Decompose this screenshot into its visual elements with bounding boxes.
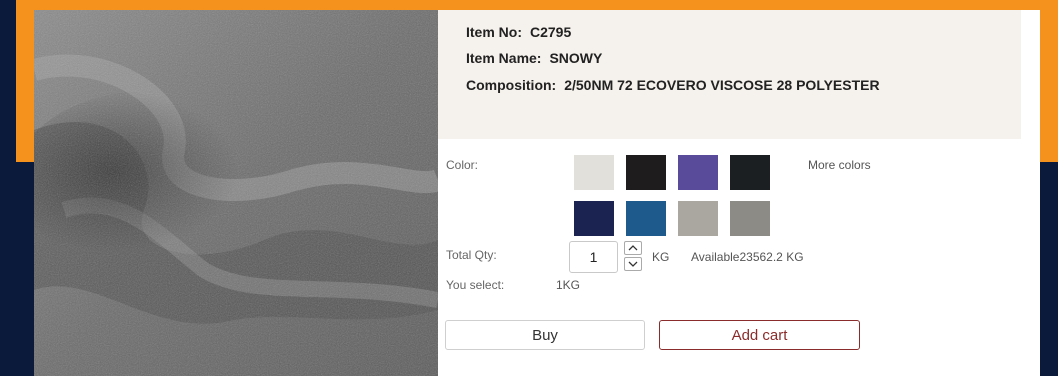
color-swatch-5[interactable] bbox=[574, 201, 614, 236]
available-unit: KG bbox=[786, 250, 804, 264]
quantity-unit: KG bbox=[652, 250, 670, 264]
add-cart-button[interactable]: Add cart bbox=[659, 320, 860, 350]
available-value: Available23562.2 bbox=[691, 250, 783, 264]
color-swatch-7[interactable] bbox=[678, 201, 718, 236]
fabric-product-image bbox=[34, 10, 438, 376]
chevron-down-icon bbox=[628, 261, 638, 267]
item-no-label: Item No: bbox=[466, 24, 522, 40]
item-no-row: Item No: C2795 bbox=[466, 24, 571, 40]
color-swatch-4[interactable] bbox=[730, 155, 770, 190]
color-swatch-8[interactable] bbox=[730, 201, 770, 236]
quantity-decrease-button[interactable] bbox=[624, 257, 642, 271]
chevron-up-icon bbox=[628, 245, 638, 251]
selected-quantity: 1KG bbox=[556, 278, 581, 292]
quantity-increase-button[interactable] bbox=[624, 241, 642, 255]
item-name-row: Item Name: SNOWY bbox=[466, 50, 602, 66]
color-label: Color: bbox=[446, 158, 479, 172]
item-no-value: C2795 bbox=[530, 24, 572, 40]
color-swatch-2[interactable] bbox=[626, 155, 666, 190]
color-swatch-3[interactable] bbox=[678, 155, 718, 190]
composition-label: Composition: bbox=[466, 77, 557, 93]
more-colors-link[interactable]: More colors bbox=[808, 158, 871, 172]
product-info-box: Item No: C2795 Item Name: SNOWY Compositio… bbox=[438, 10, 1021, 139]
composition-value: 2/50NM 72 ECOVERO VISCOSE 28 POLYESTER bbox=[564, 77, 880, 93]
quantity-input[interactable]: 1 bbox=[569, 241, 618, 273]
total-qty-label: Total Qty: bbox=[446, 248, 497, 262]
composition-row: Composition: 2/50NM 72 ECOVERO VISCOSE 28… bbox=[466, 77, 880, 93]
buy-button[interactable]: Buy bbox=[445, 320, 645, 350]
available-quantity: Available23562.2 KG bbox=[691, 250, 804, 264]
color-swatch-6[interactable] bbox=[626, 201, 666, 236]
you-select-label: You select: bbox=[446, 278, 505, 292]
item-name-label: Item Name: bbox=[466, 50, 542, 66]
product-detail-panel: Item No: C2795 Item Name: SNOWY Compositio… bbox=[438, 10, 1040, 376]
item-name-value: SNOWY bbox=[549, 50, 603, 66]
color-swatch-1[interactable] bbox=[574, 155, 614, 190]
